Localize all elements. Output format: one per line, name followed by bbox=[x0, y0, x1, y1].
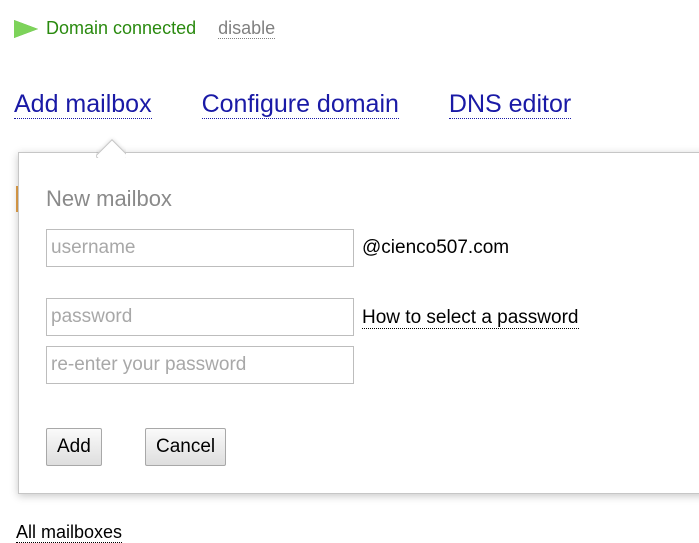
password-input[interactable] bbox=[46, 298, 354, 336]
domain-connected-text: Domain connected bbox=[46, 18, 197, 38]
page: Domain connected disable Add mailbox Con… bbox=[0, 0, 699, 543]
play-icon bbox=[14, 19, 38, 38]
new-mailbox-popup: New mailbox @cienco507.com How to select… bbox=[18, 152, 699, 494]
tab-add-mailbox[interactable]: Add mailbox bbox=[14, 90, 152, 119]
domain-suffix: @cienco507.com bbox=[362, 237, 510, 258]
disable-link[interactable]: disable bbox=[218, 18, 276, 39]
add-button[interactable]: Add bbox=[46, 428, 102, 466]
password-help-link[interactable]: How to select a password bbox=[362, 308, 579, 329]
all-mailboxes-link[interactable]: All mailboxes bbox=[16, 522, 123, 543]
tab-dns-editor[interactable]: DNS editor bbox=[448, 90, 572, 119]
popup-arrow bbox=[96, 128, 126, 158]
repassword-input[interactable] bbox=[46, 346, 354, 384]
cancel-button[interactable]: Cancel bbox=[145, 428, 227, 466]
domain-status: Domain connected disable bbox=[12, 18, 276, 39]
username-input[interactable] bbox=[46, 229, 354, 267]
domain-tabs: Add mailbox Configure domain DNS editor bbox=[14, 90, 572, 119]
tab-configure-domain[interactable]: Configure domain bbox=[201, 90, 399, 119]
popup-title: New mailbox bbox=[46, 186, 172, 211]
